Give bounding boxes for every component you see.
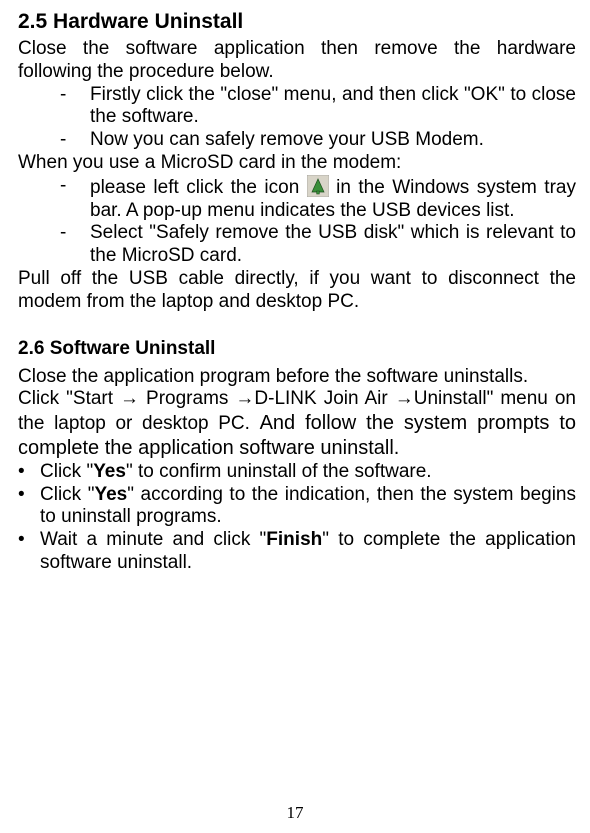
- section-2-6-line1: Close the application program before the…: [18, 366, 576, 389]
- section-2-5-midline: When you use a MicroSD card in the modem…: [18, 152, 576, 175]
- list-item: Now you can safely remove your USB Modem…: [60, 129, 576, 152]
- bold-text: Finish: [266, 529, 322, 550]
- section-2-6-heading: 2.6 Software Uninstall: [18, 338, 576, 360]
- text-part: Click ": [40, 484, 94, 505]
- section-2-5-list-a: Firstly click the "close" menu, and then…: [18, 84, 576, 152]
- section-2-5-heading: 2.5 Hardware Uninstall: [18, 10, 576, 34]
- list-item-text-a: please left click the icon: [90, 177, 307, 198]
- section-2-6-line2: Click "Start → Programs →D-LINK Join Air…: [18, 388, 576, 460]
- list-item: Click "Yes" to confirm uninstall of the …: [18, 461, 576, 484]
- page-number: 17: [0, 803, 590, 823]
- bold-text: Yes: [94, 484, 127, 505]
- bold-text: Yes: [93, 461, 126, 482]
- section-2-6-bullets: Click "Yes" to confirm uninstall of the …: [18, 461, 576, 575]
- list-item: please left click the icon in the Window…: [60, 175, 576, 223]
- list-item: Wait a minute and click "Finish" to comp…: [18, 529, 576, 575]
- list-item: Select "Safely remove the USB disk" whic…: [60, 222, 576, 268]
- text-part: Wait a minute and click ": [40, 529, 266, 550]
- section-2-5-intro: Close the software application then remo…: [18, 38, 576, 84]
- text-part: " to confirm uninstall of the software.: [126, 461, 432, 482]
- section-2-5-outro: Pull off the USB cable directly, if you …: [18, 268, 576, 314]
- safely-remove-hardware-tray-icon: [307, 175, 329, 197]
- list-item: Click "Yes" according to the indication,…: [18, 484, 576, 530]
- section-2-5-list-b: please left click the icon in the Window…: [18, 175, 576, 268]
- list-item: Firstly click the "close" menu, and then…: [60, 84, 576, 130]
- text-part: Click ": [40, 461, 93, 482]
